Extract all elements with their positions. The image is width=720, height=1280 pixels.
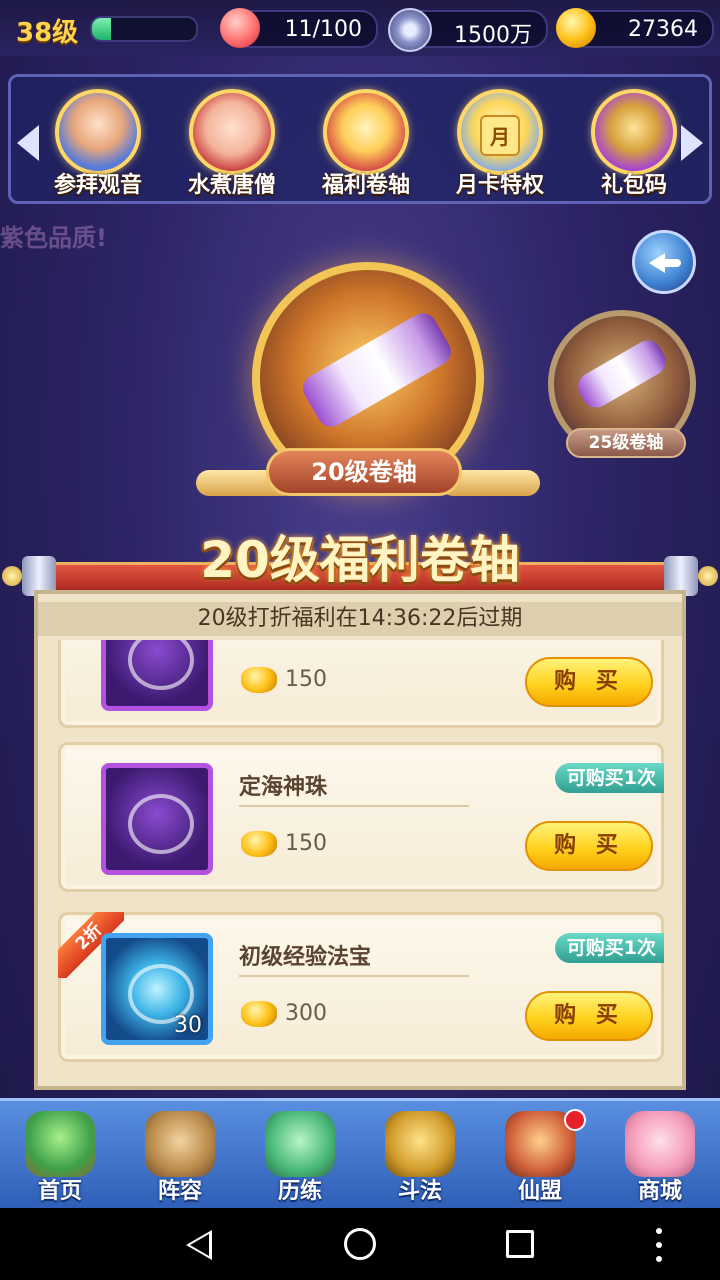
activity-label: 礼包码 [600, 173, 667, 198]
activity-welfare-scroll[interactable]: 福利卷轴 [311, 89, 421, 203]
list-item: 2折 30 初级经验法宝 可购买1次 300 购 买 [58, 912, 664, 1062]
activity-label: 参拜观音 [53, 173, 142, 198]
system-recents-icon[interactable] [506, 1230, 534, 1258]
item-list[interactable]: 150 购 买 定海神珠 可购买1次 150 购 买 2折 30 初级经验法宝 … [52, 640, 672, 1076]
activity-label: 月卡特权 [455, 173, 544, 198]
peach-icon [220, 8, 260, 48]
copper-coin-icon [388, 8, 432, 52]
scroll-left-arrow-icon[interactable] [17, 125, 39, 161]
island-home-icon [25, 1111, 95, 1177]
nav-label: 历练 [277, 1179, 322, 1204]
scroll-icon [573, 335, 671, 413]
exp-bar-fill [92, 18, 111, 40]
nav-label: 斗法 [397, 1179, 442, 1204]
item-price: 150 [285, 667, 327, 692]
scroll-current-label: 20级卷轴 [266, 448, 462, 496]
gold-ingot-icon [241, 831, 277, 857]
scroll-next-label: 25级卷轴 [566, 428, 686, 458]
item-thumbnail[interactable]: 30 [101, 933, 213, 1045]
purchase-limit-tag: 可购买1次 [554, 763, 664, 793]
back-button[interactable] [632, 230, 696, 294]
coin-value: 1500万 [454, 23, 532, 48]
item-count: 30 [174, 1013, 202, 1038]
marquee-ticker: 紫色品质! [0, 224, 107, 252]
monthly-card-badge: 月 [480, 115, 520, 156]
activity-monthly-card[interactable]: 月 月卡特权 [445, 89, 555, 203]
list-item: 150 购 买 [58, 640, 664, 728]
item-name: 定海神珠 [239, 775, 328, 800]
system-home-icon[interactable] [344, 1228, 376, 1260]
gold-value: 27364 [628, 17, 698, 42]
bottom-nav: 首页 阵容 历练 斗法 仙盟 商城 [0, 1098, 720, 1208]
gourd-icon [265, 1111, 335, 1177]
nav-shop[interactable]: 商城 [600, 1101, 720, 1211]
gift-box-icon [591, 89, 677, 175]
back-arrow-tail [663, 259, 681, 267]
nav-label: 仙盟 [517, 1179, 562, 1204]
item-price: 300 [285, 1001, 327, 1026]
buy-button[interactable]: 购 买 [525, 991, 653, 1041]
activity-gift-code[interactable]: 礼包码 [579, 89, 689, 203]
tangseng-portrait-icon [189, 89, 275, 175]
gold-ingot-icon [241, 1001, 277, 1027]
scroll-gift-icon [323, 89, 409, 175]
gold-ingot-icon [556, 8, 596, 48]
buy-button[interactable]: 购 买 [525, 657, 653, 707]
coin-counter[interactable]: 1500万 [388, 8, 548, 52]
item-thumbnail[interactable] [101, 640, 213, 711]
scroll-right-arrow-icon[interactable] [681, 125, 703, 161]
buy-button[interactable]: 购 买 [525, 821, 653, 871]
guanyin-portrait-icon [55, 89, 141, 175]
activity-label: 福利卷轴 [321, 173, 410, 198]
item-art [128, 794, 194, 854]
nav-label: 商城 [637, 1179, 682, 1204]
gold-ingot-icon [241, 667, 277, 693]
system-menu-icon[interactable] [656, 1228, 662, 1262]
player-level: 38级 [16, 18, 79, 48]
lineup-icon [145, 1111, 215, 1177]
nav-lineup[interactable]: 阵容 [120, 1101, 240, 1211]
scroll-icon [298, 308, 456, 432]
purchase-limit-tag: 可购买1次 [554, 933, 664, 963]
system-nav-bar [0, 1208, 720, 1280]
nav-guild[interactable]: 仙盟 [480, 1101, 600, 1211]
activity-guanyin[interactable]: 参拜观音 [43, 89, 153, 203]
item-art [128, 640, 194, 690]
item-price: 150 [285, 831, 327, 856]
item-name: 初级经验法宝 [239, 945, 372, 970]
helmet-icon [385, 1111, 455, 1177]
nav-training[interactable]: 历练 [240, 1101, 360, 1211]
stamina-value: 11/100 [284, 17, 362, 42]
item-thumbnail[interactable] [101, 763, 213, 875]
expiry-timer: 20级打折福利在14:36:22后过期 [38, 602, 682, 636]
stamina-counter[interactable]: 11/100 [220, 8, 378, 48]
divider [239, 975, 469, 977]
banner-title: 20级福利卷轴 [200, 531, 520, 589]
divider [239, 805, 469, 807]
activity-tangseng[interactable]: 水煮唐僧 [177, 89, 287, 203]
nav-home[interactable]: 首页 [0, 1101, 120, 1211]
system-back-icon[interactable] [186, 1230, 212, 1260]
shop-girl-icon [625, 1111, 695, 1177]
notification-dot [564, 1109, 586, 1131]
top-status-bar: 38级 11/100 1500万 27364 [0, 0, 720, 56]
nav-label: 阵容 [157, 1179, 202, 1204]
exp-bar [90, 16, 198, 42]
monthly-card-icon: 月 [457, 89, 543, 175]
nav-label: 首页 [37, 1179, 82, 1204]
welfare-panel: 20级打折福利在14:36:22后过期 150 购 买 定海神珠 可购买1次 1… [34, 590, 686, 1090]
list-item: 定海神珠 可购买1次 150 购 买 [58, 742, 664, 892]
gold-counter[interactable]: 27364 [556, 8, 714, 48]
activity-strip: 参拜观音 水煮唐僧 福利卷轴 月 月卡特权 礼包码 [8, 74, 712, 204]
nav-duel[interactable]: 斗法 [360, 1101, 480, 1211]
activity-label: 水煮唐僧 [187, 173, 276, 198]
